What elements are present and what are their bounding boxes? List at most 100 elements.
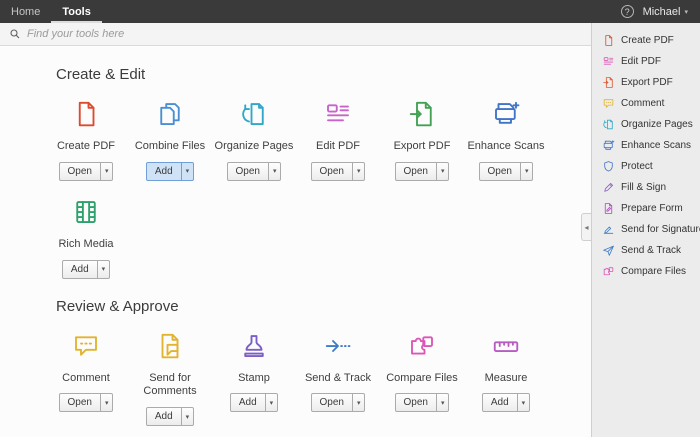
help-icon[interactable]: ? xyxy=(621,5,634,18)
comment-open-button[interactable]: Open ▾ xyxy=(59,393,114,412)
tab-home[interactable]: Home xyxy=(0,0,51,23)
tools-section: Review & Approve Comment Open ▾ Send for… xyxy=(0,298,591,427)
stamp-icon xyxy=(239,331,269,361)
sidebar-item-label: Fill & Sign xyxy=(621,182,666,193)
combine-files-icon xyxy=(155,99,185,129)
tool-measure[interactable]: Measure Add ▾ xyxy=(464,327,548,427)
tool-button-label: Add xyxy=(231,394,265,411)
chevron-down-icon: ▾ xyxy=(684,8,688,16)
send-track-open-button[interactable]: Open ▾ xyxy=(311,393,366,412)
tool-comment[interactable]: Comment Open ▾ xyxy=(44,327,128,427)
chevron-down-icon[interactable]: ▾ xyxy=(436,163,449,180)
tab-tools[interactable]: Tools xyxy=(51,0,102,23)
chevron-down-icon[interactable]: ▾ xyxy=(517,394,530,411)
tool-label: Measure xyxy=(485,372,528,386)
chevron-down-icon[interactable]: ▾ xyxy=(352,163,365,180)
sidebar-item-export-pdf[interactable]: Export PDF xyxy=(592,72,700,93)
chevron-down-icon[interactable]: ▾ xyxy=(352,394,365,411)
tool-button-label: Add xyxy=(147,163,181,180)
enhance-scans-open-button[interactable]: Open ▾ xyxy=(479,162,534,181)
send-track-icon xyxy=(602,244,615,257)
edit-pdf-open-button[interactable]: Open ▾ xyxy=(311,162,366,181)
combine-files-add-button[interactable]: Add ▾ xyxy=(146,162,194,181)
tool-button-label: Add xyxy=(483,394,517,411)
tool-button-label: Open xyxy=(312,163,352,180)
create-pdf-open-button[interactable]: Open ▾ xyxy=(59,162,114,181)
tools-panel: Create & Edit Create PDF Open ▾ Combine … xyxy=(0,47,591,437)
search-bar xyxy=(0,23,591,46)
search-input[interactable] xyxy=(27,28,447,40)
sidebar-item-send-track[interactable]: Send & Track xyxy=(592,240,700,261)
organize-pages-icon xyxy=(239,99,269,129)
tool-label: Organize Pages xyxy=(215,140,294,154)
organize-pages-icon xyxy=(602,118,615,131)
sidebar-item-label: Create PDF xyxy=(621,35,674,46)
tool-compare-files[interactable]: Compare Files Open ▾ xyxy=(380,327,464,427)
tool-label: Rich Media xyxy=(58,238,113,252)
section-rows: Comment Open ▾ Send for Comments Add ▾ S… xyxy=(0,327,591,427)
sidebar-item-prepare-form[interactable]: Prepare Form xyxy=(592,198,700,219)
tool-button-label: Open xyxy=(312,394,352,411)
organize-pages-open-button[interactable]: Open ▾ xyxy=(227,162,282,181)
export-pdf-icon xyxy=(602,76,615,89)
compare-files-open-button[interactable]: Open ▾ xyxy=(395,393,450,412)
chevron-down-icon[interactable]: ▾ xyxy=(181,408,194,425)
chevron-down-icon[interactable]: ▾ xyxy=(181,163,194,180)
create-pdf-icon xyxy=(602,34,615,47)
rich-media-icon xyxy=(71,197,101,227)
sidebar-collapse-button[interactable]: ◂ xyxy=(581,213,591,241)
chevron-down-icon[interactable]: ▾ xyxy=(268,163,281,180)
sidebar-item-fill-sign[interactable]: Fill & Sign xyxy=(592,177,700,198)
tool-button-label: Open xyxy=(396,394,436,411)
tool-edit-pdf[interactable]: Edit PDF Open ▾ xyxy=(296,95,380,181)
sidebar-item-edit-pdf[interactable]: Edit PDF xyxy=(592,51,700,72)
measure-add-button[interactable]: Add ▾ xyxy=(482,393,530,412)
section-rows: Create PDF Open ▾ Combine Files Add ▾ Or… xyxy=(0,95,591,279)
sidebar-item-protect[interactable]: Protect xyxy=(592,156,700,177)
user-menu[interactable]: Michael ▾ xyxy=(643,6,688,18)
measure-icon xyxy=(491,331,521,361)
sidebar-item-create-pdf[interactable]: Create PDF xyxy=(592,30,700,51)
tool-organize-pages[interactable]: Organize Pages Open ▾ xyxy=(212,95,296,181)
export-pdf-icon xyxy=(407,99,437,129)
tool-send-track[interactable]: Send & Track Open ▾ xyxy=(296,327,380,427)
user-name: Michael xyxy=(643,6,681,18)
tool-label: Enhance Scans xyxy=(467,140,544,154)
tool-button-label: Open xyxy=(396,163,436,180)
export-pdf-open-button[interactable]: Open ▾ xyxy=(395,162,450,181)
send-for-signature-icon xyxy=(602,223,615,236)
sidebar-item-compare-files[interactable]: Compare Files xyxy=(592,261,700,282)
stamp-add-button[interactable]: Add ▾ xyxy=(230,393,278,412)
chevron-down-icon[interactable]: ▾ xyxy=(97,261,110,278)
tools-section: Create & Edit Create PDF Open ▾ Combine … xyxy=(0,66,591,279)
sidebar-item-comment[interactable]: Comment xyxy=(592,93,700,114)
tool-button-label: Open xyxy=(480,163,520,180)
tool-button-label: Add xyxy=(147,408,181,425)
tool-export-pdf[interactable]: Export PDF Open ▾ xyxy=(380,95,464,181)
tool-create-pdf[interactable]: Create PDF Open ▾ xyxy=(44,95,128,181)
tool-rich-media[interactable]: Rich Media Add ▾ xyxy=(44,193,128,279)
chevron-down-icon[interactable]: ▾ xyxy=(520,163,533,180)
sidebar-item-send-for-signature[interactable]: Send for Signature xyxy=(592,219,700,240)
chevron-down-icon[interactable]: ▾ xyxy=(100,394,113,411)
tool-combine-files[interactable]: Combine Files Add ▾ xyxy=(128,95,212,181)
chevron-down-icon[interactable]: ▾ xyxy=(100,163,113,180)
sidebar-item-label: Comment xyxy=(621,98,664,109)
send-for-comments-icon xyxy=(155,331,185,361)
sidebar-item-enhance-scans[interactable]: Enhance Scans xyxy=(592,135,700,156)
right-sidebar: Create PDF Edit PDF Export PDF Comment O… xyxy=(591,23,700,437)
prepare-form-icon xyxy=(602,202,615,215)
sidebar-item-label: Send & Track xyxy=(621,245,681,256)
tool-label: Edit PDF xyxy=(316,140,360,154)
tool-enhance-scans[interactable]: Enhance Scans Open ▾ xyxy=(464,95,548,181)
chevron-down-icon[interactable]: ▾ xyxy=(265,394,278,411)
sidebar-item-label: Compare Files xyxy=(621,266,686,277)
tool-stamp[interactable]: Stamp Add ▾ xyxy=(212,327,296,427)
tool-label: Create PDF xyxy=(57,140,115,154)
rich-media-add-button[interactable]: Add ▾ xyxy=(62,260,110,279)
top-navigation-bar: Home Tools ? Michael ▾ xyxy=(0,0,700,23)
tool-send-for-comments[interactable]: Send for Comments Add ▾ xyxy=(128,327,212,427)
send-for-comments-add-button[interactable]: Add ▾ xyxy=(146,407,194,426)
chevron-down-icon[interactable]: ▾ xyxy=(436,394,449,411)
sidebar-item-organize-pages[interactable]: Organize Pages xyxy=(592,114,700,135)
